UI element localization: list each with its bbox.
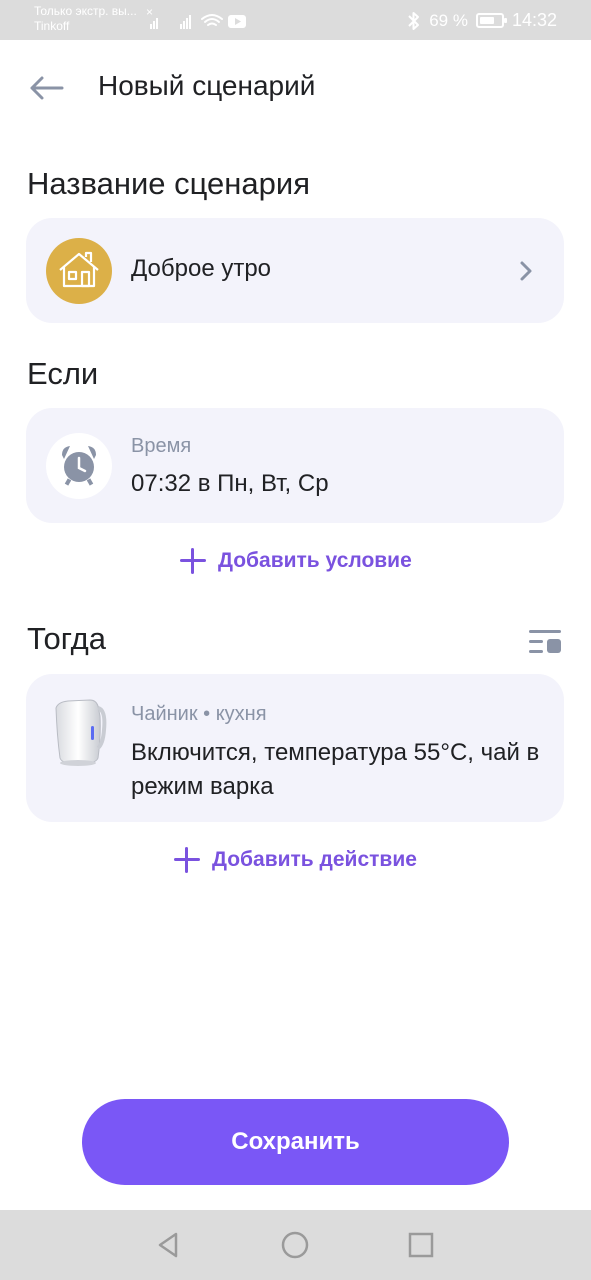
condition-type: Время [131, 435, 192, 457]
status-right: 69 % 14:32 [407, 10, 557, 31]
condition-card[interactable]: Время 07:32 в Пн, Вт, Ср [26, 408, 564, 523]
back-button[interactable] [26, 68, 66, 108]
add-action-label: Добавить действие [212, 848, 417, 871]
plus-icon [174, 847, 200, 873]
nav-back-icon[interactable] [154, 1230, 184, 1260]
plus-icon [180, 548, 206, 574]
action-card[interactable]: Чайник • кухня Включится, температура 55… [26, 674, 564, 822]
page-title: Новый сценарий [98, 70, 316, 101]
notification-preview[interactable]: Только экстр. вы... Tinkoff × [34, 4, 153, 34]
add-condition-label: Добавить условие [218, 549, 412, 572]
condition-icon-badge [46, 433, 112, 499]
wifi-icon [201, 14, 223, 26]
signal-icon [150, 24, 152, 29]
battery-icon [475, 13, 507, 28]
section-title-if: Если [27, 356, 99, 391]
add-condition-button[interactable]: Добавить условие [180, 548, 412, 574]
arrow-left-icon [30, 76, 64, 100]
clock: 14:32 [511, 10, 557, 30]
condition-value: 07:32 в Пн, Вт, Ср [131, 470, 329, 497]
section-title-name: Название сценария [27, 166, 310, 201]
notification-text: Только экстр. вы... [34, 4, 137, 18]
reorder-actions-icon[interactable] [527, 628, 563, 656]
scenario-name-card[interactable]: Доброе утро [26, 218, 564, 323]
scenario-name-value: Доброе утро [131, 255, 272, 282]
battery-level [479, 17, 494, 24]
notification-app: Tinkoff [34, 19, 70, 33]
scenario-icon-badge [46, 238, 112, 304]
section-title-then: Тогда [27, 621, 106, 656]
nav-home-icon[interactable] [280, 1230, 310, 1260]
kettle-icon [55, 699, 107, 766]
new-scenario-screen: Только экстр. вы... Tinkoff × 69 % 14:32… [0, 0, 591, 1280]
alarm-clock-icon [62, 446, 96, 486]
status-bar: Только экстр. вы... Tinkoff × 69 % 14:32 [0, 0, 591, 40]
action-description: Включится, температура 55°C, чай в режим… [131, 739, 540, 800]
signal-wifi-icons [150, 14, 246, 29]
system-nav-bar [0, 1210, 591, 1280]
app-header: Новый сценарий [0, 58, 591, 118]
battery-percent: 69 % [429, 10, 468, 30]
add-action-button[interactable]: Добавить действие [174, 847, 417, 873]
bluetooth-icon [408, 11, 420, 30]
action-device: Чайник • кухня [131, 703, 267, 725]
chevron-right-icon [520, 261, 532, 281]
save-button[interactable]: Сохранить [82, 1099, 509, 1185]
house-icon [59, 251, 99, 288]
nav-recents-icon[interactable] [406, 1230, 436, 1260]
